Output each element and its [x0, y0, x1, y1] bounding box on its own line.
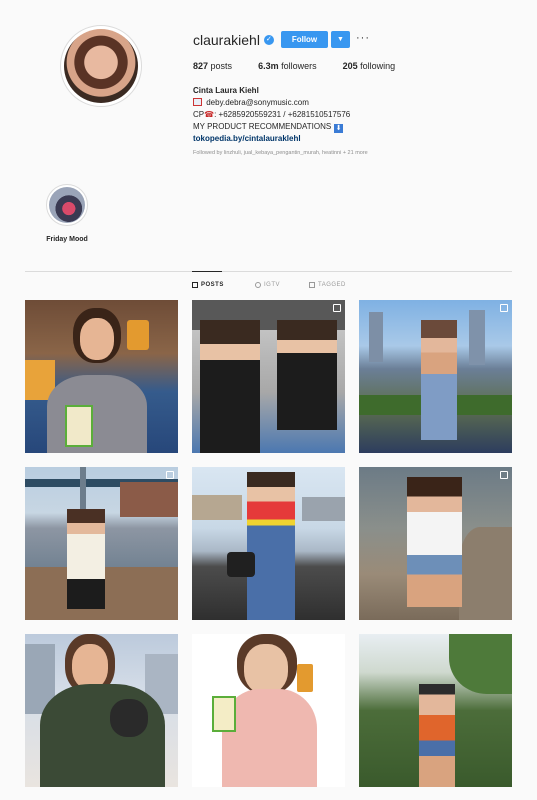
- photo-figure-shape: [227, 552, 255, 577]
- tag-person-icon: [309, 282, 315, 288]
- photo-figure-shape: [40, 684, 165, 787]
- multiple-images-icon: [500, 471, 508, 479]
- story-highlight-friday-mood[interactable]: [46, 184, 88, 226]
- igtv-icon: [255, 282, 261, 288]
- grid-icon: [192, 282, 198, 288]
- photo-figure-shape: [247, 472, 295, 620]
- post-thumbnail[interactable]: [25, 634, 178, 787]
- photo-figure-shape: [277, 320, 337, 430]
- down-arrow-icon: ⬇: [334, 124, 344, 133]
- photo-figure-shape: [421, 320, 457, 440]
- multiple-images-icon: [333, 304, 341, 312]
- photo-figure-shape: [369, 312, 383, 362]
- telephone-icon: ☎: [204, 110, 215, 119]
- tabs-divider: [25, 271, 512, 272]
- bio-phone-prefix: CP: [193, 110, 205, 119]
- following-number: 205: [342, 61, 358, 71]
- username-row: claurakiehl ✓: [193, 31, 274, 49]
- post-thumbnail[interactable]: [359, 467, 512, 620]
- profile-page: claurakiehl ✓ Follow ▼ ··· 827 posts 6.3…: [0, 0, 537, 800]
- tab-posts[interactable]: POSTS: [192, 282, 224, 288]
- followers-count[interactable]: 6.3m followers: [258, 61, 317, 71]
- multiple-images-icon: [166, 471, 174, 479]
- posts-count: 827 posts: [193, 61, 232, 71]
- photo-figure-shape: [302, 497, 345, 521]
- posts-label: posts: [210, 61, 233, 71]
- bio-email: deby.debra@sonymusic.com: [206, 98, 309, 107]
- followers-label: followers: [281, 61, 317, 71]
- photo-figure-shape: [65, 405, 93, 447]
- followed-by-text[interactable]: Followed by linzhuli, jual_kebaya_pengan…: [193, 150, 443, 156]
- photo-figure-shape: [222, 689, 317, 787]
- envelope-icon: [193, 98, 202, 106]
- chevron-down-icon: ▼: [337, 36, 344, 43]
- bio-phones: : +6285920559231 / +6281510517576: [214, 110, 351, 119]
- photo-figure-shape: [407, 477, 462, 607]
- photo-figure-shape: [120, 482, 178, 517]
- post-thumbnail[interactable]: [359, 634, 512, 787]
- tab-tagged-label: TAGGED: [318, 282, 346, 288]
- post-thumbnail[interactable]: [359, 300, 512, 453]
- photo-figure-shape: [72, 644, 108, 689]
- avatar-image: [64, 29, 138, 103]
- tab-tagged[interactable]: TAGGED: [309, 282, 346, 288]
- following-count[interactable]: 205 following: [343, 61, 396, 71]
- multiple-images-icon: [500, 304, 508, 312]
- photo-figure-shape: [80, 318, 114, 360]
- photo-figure-shape: [110, 699, 148, 737]
- tab-posts-label: POSTS: [201, 282, 224, 288]
- tab-igtv-label: IGTV: [264, 282, 281, 288]
- post-thumbnail[interactable]: [25, 467, 178, 620]
- suggestions-dropdown-button[interactable]: ▼: [331, 31, 350, 48]
- photo-figure-shape: [297, 664, 313, 692]
- photo-figure-shape: [459, 527, 512, 620]
- full-name: Cinta Laura Kiehl: [193, 86, 259, 95]
- profile-stats: 827 posts 6.3m followers 205 following: [193, 61, 421, 71]
- followers-number: 6.3m: [258, 61, 279, 71]
- bio-email-line: deby.debra@sonymusic.com: [193, 97, 453, 109]
- bio-link[interactable]: tokopedia.by/cintalauraklehl: [193, 133, 453, 145]
- post-thumbnail[interactable]: [192, 634, 345, 787]
- post-thumbnail[interactable]: [192, 467, 345, 620]
- active-tab-indicator: [192, 271, 222, 272]
- username: claurakiehl: [193, 32, 260, 48]
- photo-figure-shape: [200, 320, 260, 453]
- profile-avatar[interactable]: [60, 25, 142, 107]
- photo-figure-shape: [47, 375, 147, 453]
- photo-figure-shape: [449, 634, 512, 694]
- posts-number: 827: [193, 61, 209, 71]
- photo-figure-shape: [244, 644, 288, 694]
- photo-figure-shape: [212, 696, 236, 732]
- tab-igtv[interactable]: IGTV: [255, 282, 280, 288]
- following-label: following: [360, 61, 396, 71]
- more-options-icon[interactable]: ···: [356, 32, 370, 44]
- highlight-label: Friday Mood: [46, 236, 88, 243]
- profile-bio: Cinta Laura Kiehl deby.debra@sonymusic.c…: [193, 85, 453, 145]
- photo-figure-shape: [192, 495, 242, 520]
- post-thumbnail[interactable]: [192, 300, 345, 453]
- photo-figure-shape: [419, 684, 455, 787]
- photo-figure-shape: [67, 509, 105, 609]
- highlight-cover-image: [49, 187, 85, 223]
- follow-button[interactable]: Follow: [281, 31, 328, 48]
- post-thumbnail[interactable]: [25, 300, 178, 453]
- verified-badge-icon: ✓: [263, 35, 274, 45]
- photo-figure-shape: [469, 310, 485, 365]
- bio-recommend-line: MY PRODUCT RECOMMENDATIONS ⬇: [193, 121, 453, 133]
- bio-phone-line: CP☎: +6285920559231 / +6281510517576: [193, 109, 453, 121]
- bio-recommend: MY PRODUCT RECOMMENDATIONS: [193, 122, 332, 131]
- photo-figure-shape: [127, 320, 149, 350]
